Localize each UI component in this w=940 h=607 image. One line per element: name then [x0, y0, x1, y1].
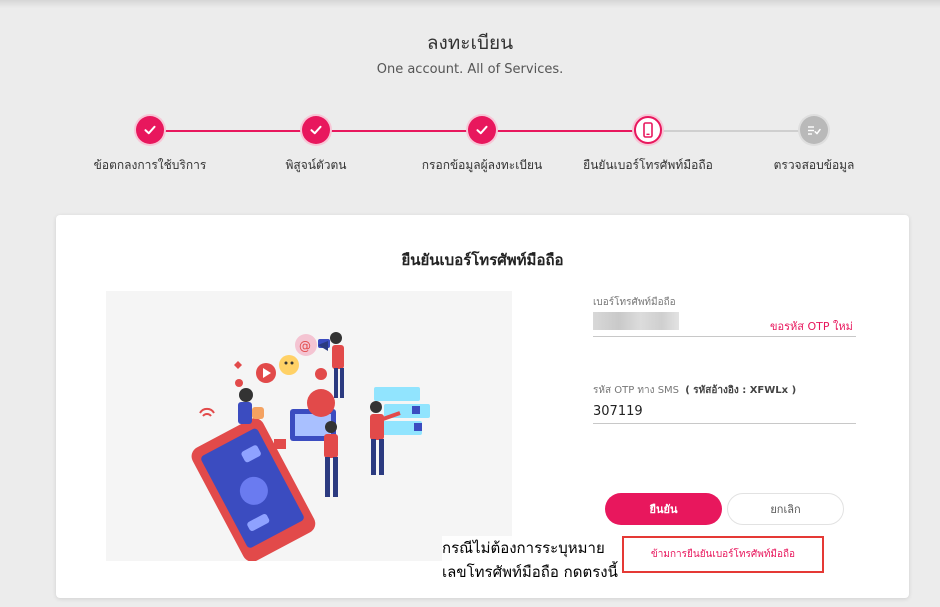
step-review: ตรวจสอบข้อมูล [714, 116, 914, 175]
step-status-circle [468, 116, 496, 144]
skip-phone-verification-link[interactable]: ข้ามการยืนยันเบอร์โทรศัพท์มือถือ [622, 536, 824, 573]
registration-stepper: ข้อตกลงการใช้บริการ พิสูจน์ตัวตน กรอกข้อ… [0, 116, 940, 186]
top-shadow [0, 0, 940, 8]
card-title: ยืนยันเบอร์โทรศัพท์มือถือ [401, 251, 564, 269]
cancel-button[interactable]: ยกเลิก [727, 493, 844, 525]
annotation-line-1: กรณีไม่ต้องการระบุหมาย [442, 539, 605, 557]
step-status-circle [302, 116, 330, 144]
svg-text:@: @ [299, 339, 311, 353]
step-status-circle [634, 116, 662, 144]
check-icon [476, 125, 488, 135]
otp-field-underline [593, 423, 856, 424]
phone-number-label: เบอร์โทรศัพท์มือถือ [593, 297, 676, 308]
mobile-phone-icon [643, 122, 653, 138]
step-label: ตรวจสอบข้อมูล [773, 158, 855, 172]
check-icon [310, 125, 322, 135]
annotation-callout: กรณีไม่ต้องการระบุหมาย เลขโทรศัพท์มือถือ… [442, 536, 622, 584]
step-status-circle [136, 116, 164, 144]
page-subtitle: One account. All of Services. [376, 62, 564, 77]
otp-input[interactable] [593, 401, 856, 421]
step-status-circle [800, 116, 828, 144]
check-icon [144, 125, 156, 135]
checklist-icon [808, 126, 821, 135]
phone-number-redacted [593, 312, 679, 330]
annotation-line-2: เลขโทรศัพท์มือถือ กดตรงนี้ [442, 563, 618, 581]
otp-label-text: รหัส OTP ทาง SMS [593, 385, 680, 396]
request-new-otp-link[interactable]: ขอรหัส OTP ใหม่ [770, 317, 853, 335]
otp-reference: ( รหัสอ้างอิง : XFWLx ) [685, 385, 797, 396]
phone-field-underline [593, 336, 856, 337]
page-title: ลงทะเบียน [426, 32, 514, 54]
otp-label: รหัส OTP ทาง SMS ( รหัสอ้างอิง : XFWLx ) [593, 383, 796, 398]
confirm-button[interactable]: ยืนยัน [605, 493, 722, 525]
social-media-illustration: @ [106, 291, 512, 562]
